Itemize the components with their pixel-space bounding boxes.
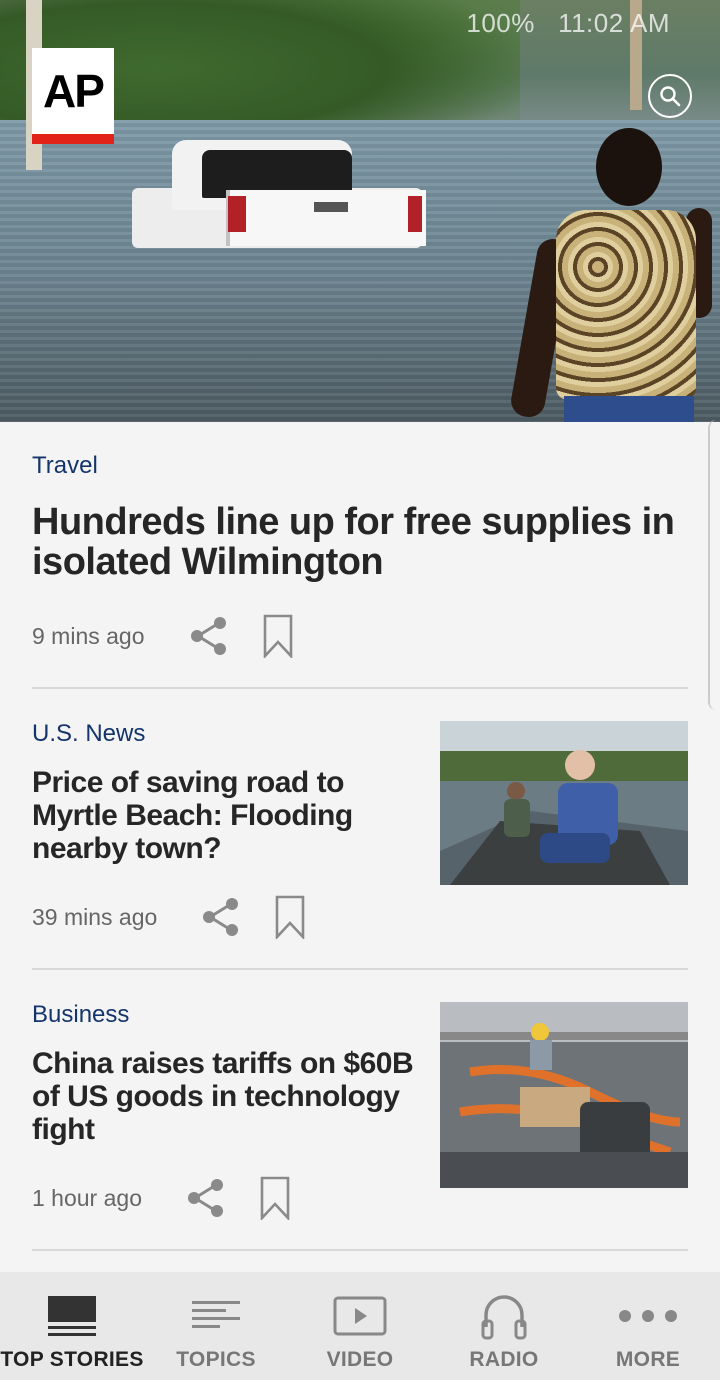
nav-top-stories[interactable]: TOP STORIES bbox=[0, 1272, 144, 1380]
ap-logo[interactable]: AP bbox=[32, 48, 114, 144]
divider bbox=[32, 687, 688, 689]
share-button[interactable] bbox=[201, 896, 241, 938]
bookmark-button[interactable] bbox=[263, 614, 293, 658]
hero-image[interactable]: 100% 11:02 AM AP bbox=[0, 0, 720, 422]
nav-label: VIDEO bbox=[326, 1348, 394, 1371]
radio-icon bbox=[481, 1295, 527, 1340]
share-button[interactable] bbox=[186, 1177, 226, 1219]
bookmark-icon bbox=[263, 614, 292, 658]
search-icon bbox=[660, 86, 681, 107]
share-icon bbox=[190, 617, 226, 655]
nav-video[interactable]: VIDEO bbox=[288, 1272, 432, 1380]
share-button[interactable] bbox=[189, 615, 229, 657]
article-time: 9 mins ago bbox=[32, 622, 145, 649]
factory-photo bbox=[440, 1002, 688, 1188]
article-title[interactable]: Hundreds line up for free supplies in is… bbox=[32, 502, 688, 582]
nav-topics[interactable]: TOPICS bbox=[144, 1272, 288, 1380]
article-title[interactable]: Price of saving road to Myrtle Beach: Fl… bbox=[32, 766, 422, 865]
submerged-truck bbox=[132, 140, 426, 252]
nav-label: TOPICS bbox=[176, 1348, 256, 1371]
clock: 11:02 AM bbox=[558, 8, 670, 38]
article-meta: 9 mins ago bbox=[32, 614, 688, 658]
article-category[interactable]: Business bbox=[32, 1001, 422, 1029]
nav-radio[interactable]: RADIO bbox=[432, 1272, 576, 1380]
scroll-indicator[interactable] bbox=[708, 420, 720, 710]
lead-article[interactable]: Travel Hundreds line up for free supplie… bbox=[32, 452, 688, 658]
woman-figure bbox=[508, 128, 712, 422]
bookmark-button[interactable] bbox=[260, 1176, 290, 1220]
nav-label: MORE bbox=[615, 1348, 681, 1371]
logo-text: AP bbox=[43, 65, 105, 117]
topics-icon bbox=[192, 1301, 240, 1328]
article-item[interactable]: Business China raises tariffs on $60B of… bbox=[32, 1001, 422, 1220]
article-item[interactable]: U.S. News Price of saving road to Myrtle… bbox=[32, 720, 422, 939]
article-thumbnail-boat[interactable] bbox=[440, 721, 688, 885]
nav-label: TOP STORIES bbox=[0, 1348, 144, 1371]
article-meta: 1 hour ago bbox=[32, 1176, 422, 1220]
article-title[interactable]: China raises tariffs on $60B of US goods… bbox=[32, 1047, 422, 1146]
article-time: 39 mins ago bbox=[32, 903, 158, 930]
search-button[interactable] bbox=[648, 74, 692, 118]
bottom-navigation: TOP STORIES TOPICS VIDEO RADIO MORE bbox=[0, 1272, 720, 1380]
article-category[interactable]: U.S. News bbox=[32, 720, 422, 748]
nav-more[interactable]: MORE bbox=[576, 1272, 720, 1380]
divider bbox=[32, 1249, 688, 1251]
boat-photo bbox=[440, 721, 688, 885]
article-time: 1 hour ago bbox=[32, 1184, 142, 1211]
bookmark-button[interactable] bbox=[275, 895, 305, 939]
nav-label: RADIO bbox=[469, 1348, 539, 1371]
article-thumbnail-factory[interactable] bbox=[440, 1002, 688, 1188]
share-icon bbox=[187, 1179, 223, 1217]
bookmark-icon bbox=[276, 895, 305, 939]
video-icon bbox=[333, 1296, 387, 1336]
article-meta: 39 mins ago bbox=[32, 895, 422, 939]
battery-level: 100% bbox=[466, 8, 535, 38]
bookmark-icon bbox=[260, 1176, 290, 1220]
article-category[interactable]: Travel bbox=[32, 452, 688, 480]
top-stories-icon bbox=[48, 1296, 96, 1336]
share-icon bbox=[203, 898, 239, 936]
more-icon bbox=[619, 1310, 677, 1322]
status-bar: 100% 11:02 AM bbox=[466, 8, 670, 39]
divider bbox=[32, 968, 688, 970]
